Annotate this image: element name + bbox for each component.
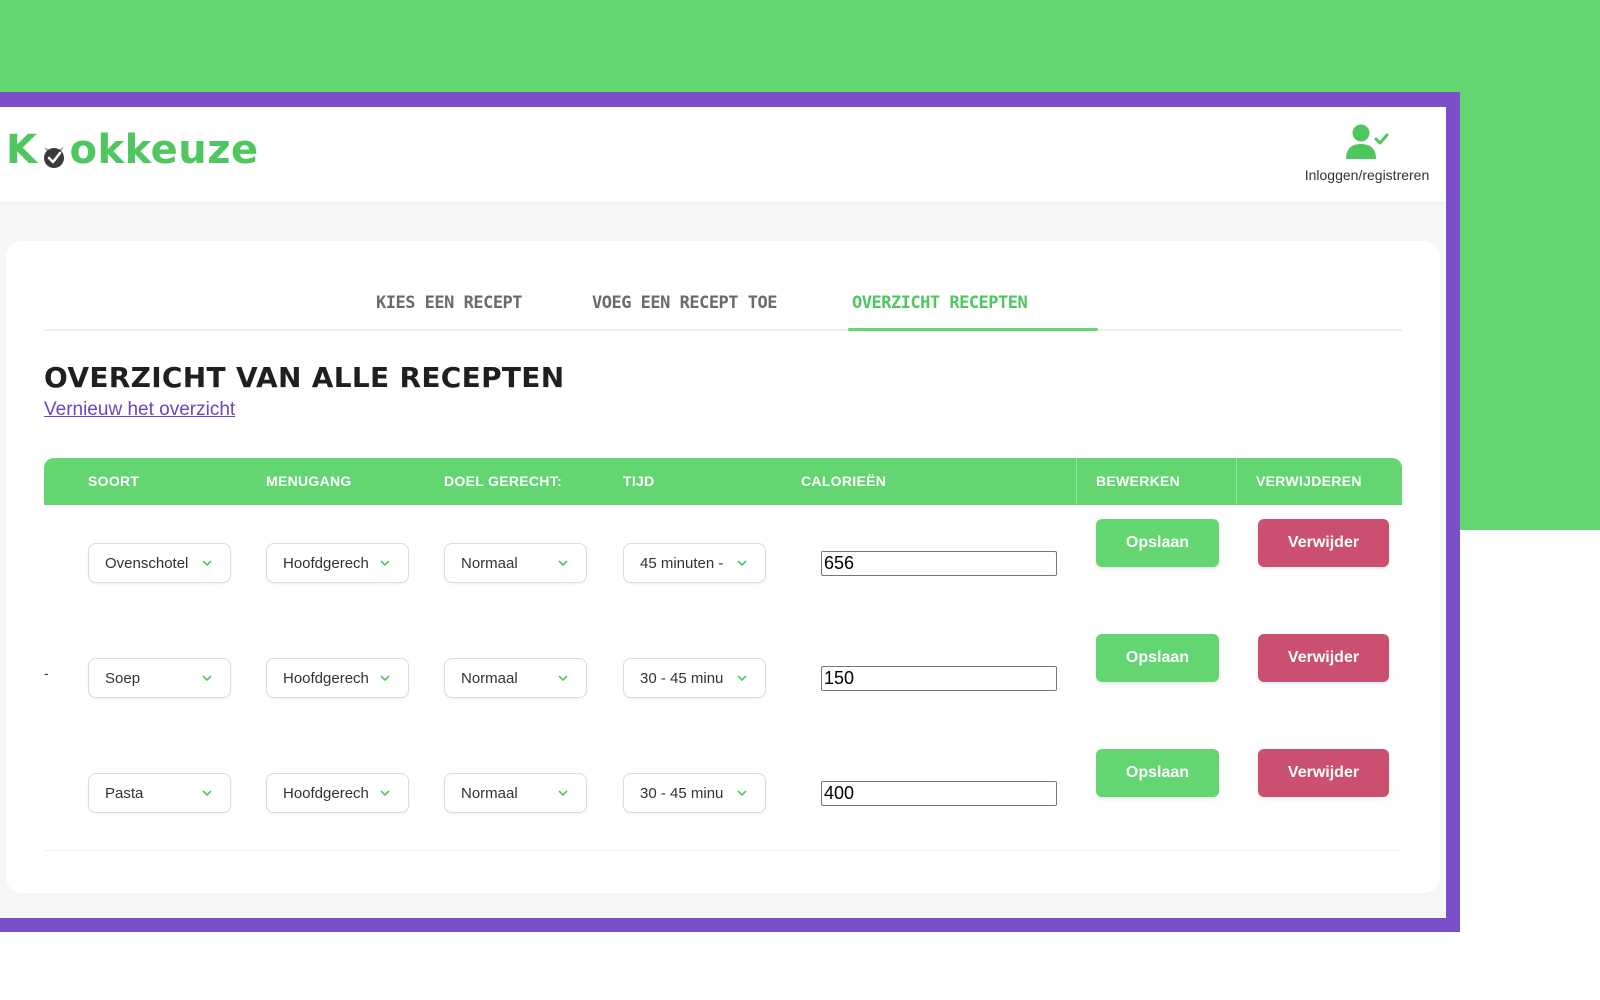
- tab-choose-recipe[interactable]: KIES EEN RECEPT: [376, 293, 523, 313]
- select-value: Hoofdgerech: [283, 555, 369, 572]
- chevron-down-icon: [558, 790, 568, 797]
- header-bewerken: BEWERKEN: [1096, 473, 1181, 489]
- select-value: 45 minuten -: [640, 555, 724, 572]
- tijd-select[interactable]: 45 minuten -: [623, 543, 766, 583]
- soort-select[interactable]: Ovenschotel: [88, 543, 231, 583]
- select-value: 30 - 45 minu: [640, 785, 724, 802]
- chevron-down-icon: [380, 560, 390, 567]
- header-separator: [1236, 458, 1237, 505]
- select-value: Normaal: [461, 785, 518, 802]
- header-verwijderen: VERWIJDEREN: [1256, 473, 1362, 489]
- chevron-down-icon: [380, 790, 390, 797]
- header-soort: SOORT: [88, 473, 140, 489]
- chevron-down-icon: [737, 560, 747, 567]
- header-tijd: TIJD: [623, 473, 655, 489]
- save-button[interactable]: Opslaan: [1096, 749, 1219, 797]
- logo-text-start: K: [6, 127, 38, 173]
- tijd-select[interactable]: 30 - 45 minu: [623, 773, 766, 813]
- calories-input[interactable]: [821, 666, 1057, 691]
- table-row: - Soep Hoofdgerech Normaal 30 - 45 minu: [44, 620, 1402, 736]
- content-card: KIES EEN RECEPT VOEG EEN RECEPT TOE OVER…: [6, 241, 1440, 893]
- delete-button[interactable]: Verwijder: [1258, 634, 1389, 682]
- tijd-select[interactable]: 30 - 45 minu: [623, 658, 766, 698]
- header-separator: [1076, 458, 1077, 505]
- header-menugang: MENUGANG: [266, 473, 352, 489]
- tab-recipe-overview[interactable]: OVERZICHT RECEPTEN: [852, 293, 1028, 313]
- select-value: Normaal: [461, 670, 518, 687]
- select-value: Pasta: [105, 785, 144, 802]
- header-doel-gerecht: DOEL GERECHT:: [444, 473, 562, 489]
- refresh-overview-link[interactable]: Vernieuw het overzicht: [44, 399, 235, 421]
- calories-input[interactable]: [821, 781, 1057, 806]
- logo-text-end: okkeuze: [69, 127, 259, 173]
- top-bar: K okkeuze Inloggen/registreren: [0, 107, 1446, 202]
- soort-select[interactable]: Soep: [88, 658, 231, 698]
- page-title: OVERZICHT VAN ALLE RECEPTEN: [44, 361, 565, 394]
- select-value: Hoofdgerech: [283, 785, 369, 802]
- select-value: Ovenschotel: [105, 555, 189, 572]
- table-header: SOORT MENUGANG DOEL GERECHT: TIJD CALORI…: [44, 458, 1402, 505]
- logo[interactable]: K okkeuze: [6, 127, 259, 173]
- menugang-select[interactable]: Hoofdgerech: [266, 773, 409, 813]
- chevron-down-icon: [202, 790, 212, 797]
- recipes-table: SOORT MENUGANG DOEL GERECHT: TIJD CALORI…: [44, 458, 1402, 873]
- chevron-down-icon: [380, 675, 390, 682]
- chevron-down-icon: [202, 560, 212, 567]
- login-register-button[interactable]: Inloggen/registreren: [1292, 123, 1442, 183]
- tab-bar: KIES EEN RECEPT VOEG EEN RECEPT TOE OVER…: [44, 271, 1402, 331]
- select-value: Soep: [105, 670, 141, 687]
- table-row: Ovenschotel Hoofdgerech Normaal 45 minut…: [44, 505, 1402, 621]
- save-button[interactable]: Opslaan: [1096, 634, 1219, 682]
- save-button[interactable]: Opslaan: [1096, 519, 1219, 567]
- menugang-select[interactable]: Hoofdgerech: [266, 658, 409, 698]
- login-label: Inloggen/registreren: [1304, 167, 1430, 183]
- active-tab-indicator: [848, 328, 1098, 331]
- doel-select[interactable]: Normaal: [444, 773, 587, 813]
- tab-add-recipe[interactable]: VOEG EEN RECEPT TOE: [592, 293, 777, 313]
- chevron-down-icon: [202, 675, 212, 682]
- select-value: Hoofdgerech: [283, 670, 369, 687]
- user-check-icon: [1346, 124, 1389, 159]
- row-prefix: -: [44, 665, 49, 681]
- delete-button[interactable]: Verwijder: [1258, 749, 1389, 797]
- select-value: Normaal: [461, 555, 518, 572]
- doel-select[interactable]: Normaal: [444, 543, 587, 583]
- calories-input[interactable]: [821, 551, 1057, 576]
- menugang-select[interactable]: Hoofdgerech: [266, 543, 409, 583]
- clock-logo-icon: [39, 135, 69, 168]
- table-row: Pasta Hoofdgerech Normaal 30 - 45 minu O…: [44, 735, 1402, 851]
- header-calorieen: CALORIEËN: [801, 473, 887, 489]
- chevron-down-icon: [558, 560, 568, 567]
- chevron-down-icon: [737, 790, 747, 797]
- chevron-down-icon: [558, 675, 568, 682]
- soort-select[interactable]: Pasta: [88, 773, 231, 813]
- delete-button[interactable]: Verwijder: [1258, 519, 1389, 567]
- doel-select[interactable]: Normaal: [444, 658, 587, 698]
- app-window: K okkeuze Inloggen/registreren KIES EEN …: [0, 107, 1446, 918]
- chevron-down-icon: [737, 675, 747, 682]
- select-value: 30 - 45 minu: [640, 670, 724, 687]
